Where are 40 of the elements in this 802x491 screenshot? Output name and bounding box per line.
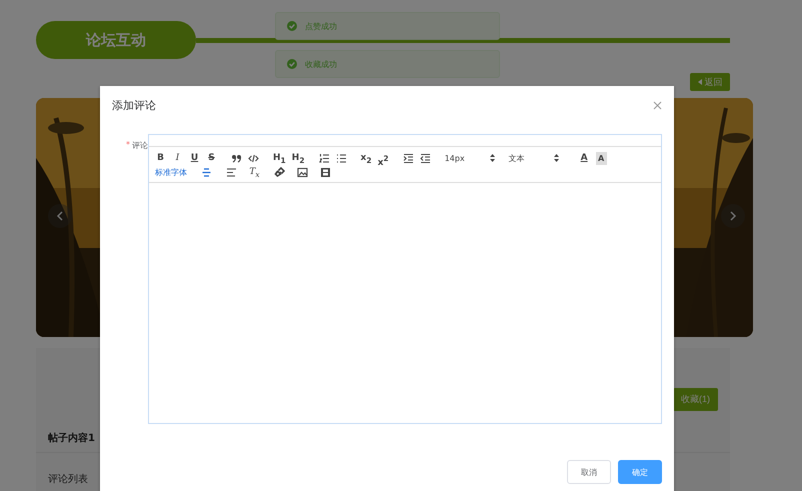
picker-label[interactable]: 文本 bbox=[508, 152, 525, 164]
highlight-button[interactable]: A bbox=[596, 152, 607, 164]
quote-icon[interactable] bbox=[231, 152, 242, 164]
updown-icon[interactable] bbox=[490, 154, 495, 162]
updown-icon[interactable] bbox=[554, 154, 559, 162]
clear-format-button[interactable]: T$_{x}$ bbox=[249, 166, 260, 178]
format-button[interactable]: x$^{2}$ bbox=[378, 152, 389, 164]
code-icon[interactable] bbox=[248, 152, 259, 164]
toast-message: 收藏成功 bbox=[305, 58, 337, 70]
ordered-list-icon[interactable] bbox=[318, 152, 330, 164]
toast-message: 点赞成功 bbox=[305, 20, 337, 32]
rich-text-editor[interactable]: B I U S H$_{1}$ H$_{2}$ x$_{2}$ x$^{2}$ 14px 文本 A A 标准字体 T$_{x}$ bbox=[148, 134, 662, 424]
section-title: 论坛互动 bbox=[36, 21, 196, 59]
required-mark: * bbox=[126, 140, 130, 151]
align-left-icon[interactable] bbox=[226, 166, 237, 178]
italic-button[interactable]: I bbox=[172, 152, 183, 164]
close-icon[interactable] bbox=[653, 100, 662, 110]
format-button[interactable]: H$_{1}$ bbox=[273, 152, 286, 164]
post-title: 帖子内容1 bbox=[48, 431, 96, 446]
field-label: 评论 bbox=[132, 140, 148, 152]
bullet-list-icon[interactable] bbox=[336, 152, 347, 164]
link-icon[interactable] bbox=[274, 166, 285, 178]
align-icon[interactable] bbox=[201, 166, 212, 178]
font-picker[interactable]: 标准字体 bbox=[155, 166, 187, 178]
underline-button[interactable]: U bbox=[189, 152, 200, 164]
comments-heading: 评论列表 bbox=[48, 472, 88, 486]
indent-icon[interactable] bbox=[402, 152, 414, 164]
strikethrough-button[interactable]: S bbox=[206, 152, 217, 164]
check-icon bbox=[287, 59, 297, 69]
format-button[interactable]: x$_{2}$ bbox=[360, 152, 372, 164]
picker-label[interactable]: 14px bbox=[444, 154, 465, 162]
cancel-button[interactable]: 取消 bbox=[567, 460, 611, 484]
dialog-title: 添加评论 bbox=[112, 98, 156, 112]
outdent-icon[interactable] bbox=[420, 152, 431, 164]
format-button[interactable]: H$_{2}$ bbox=[292, 152, 305, 164]
image-icon[interactable] bbox=[297, 166, 308, 178]
video-icon[interactable] bbox=[320, 166, 331, 178]
text-color-button[interactable]: A bbox=[578, 152, 590, 164]
check-icon bbox=[287, 21, 297, 31]
bold-button[interactable]: B bbox=[155, 152, 166, 164]
